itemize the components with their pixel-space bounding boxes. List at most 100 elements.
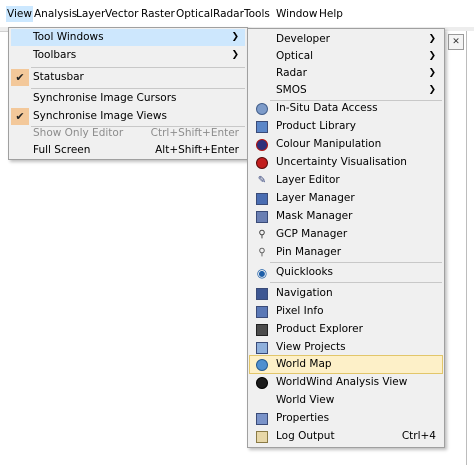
close-icon[interactable]: ✕ <box>448 34 464 50</box>
radar-item[interactable]: Radar ❯ <box>250 65 442 82</box>
pin-manager-item[interactable]: ⚲ Pin Manager <box>250 244 442 261</box>
layer-manager-item[interactable]: Layer Manager <box>250 190 442 207</box>
menu-bar: View Analysis Layer Vector Raster Optica… <box>0 0 474 28</box>
pixel-info-item[interactable]: Pixel Info <box>250 303 442 320</box>
log-output-label: Log Output <box>276 430 335 442</box>
insitu-item[interactable]: In-Situ Data Access <box>250 100 442 117</box>
toolbars-item[interactable]: Toolbars ❯ <box>11 47 245 64</box>
view-menu: Tool Windows ❯ Toolbars ❯ ✔ Statusbar Sy… <box>8 27 248 160</box>
worldwind-analysis-item[interactable]: WorldWind Analysis View <box>250 374 442 391</box>
pin-manager-label: Pin Manager <box>276 246 342 258</box>
tool-windows-item[interactable]: Tool Windows ❯ <box>11 29 245 46</box>
navigation-icon <box>256 288 268 300</box>
toolbars-label: Toolbars <box>33 49 77 61</box>
pin-icon: ⚲ <box>258 247 266 258</box>
check-icon: ✔ <box>11 108 29 125</box>
sync-cursors-item[interactable]: Synchronise Image Cursors <box>11 90 245 107</box>
optical-item[interactable]: Optical ❯ <box>250 48 442 65</box>
submenu-arrow-icon: ❯ <box>428 34 436 44</box>
insitu-label: In-Situ Data Access <box>276 102 378 114</box>
world-view-label: World View <box>276 394 335 406</box>
log-output-shortcut: Ctrl+4 <box>401 430 436 442</box>
menu-layer[interactable]: Layer <box>75 6 106 22</box>
layer-manager-label: Layer Manager <box>276 192 355 204</box>
worldwind-globe-icon <box>256 377 268 389</box>
menu-analysis[interactable]: Analysis <box>33 6 78 22</box>
colour-manipulation-item[interactable]: Colour Manipulation <box>250 136 442 153</box>
properties-label: Properties <box>276 412 330 424</box>
gcp-manager-item[interactable]: ⚲ GCP Manager <box>250 226 442 243</box>
sync-views-item[interactable]: ✔ Synchronise Image Views <box>11 108 245 125</box>
submenu-arrow-icon: ❯ <box>428 85 436 95</box>
tool-windows-label: Tool Windows <box>33 31 104 43</box>
sync-cursors-label: Synchronise Image Cursors <box>33 92 177 104</box>
menu-separator <box>31 67 245 68</box>
properties-icon <box>256 413 268 425</box>
mask-icon <box>256 211 268 223</box>
developer-item[interactable]: Developer ❯ <box>250 31 442 48</box>
world-map-item[interactable]: World Map <box>249 355 443 374</box>
menu-separator <box>270 282 442 283</box>
smos-item[interactable]: SMOS ❯ <box>250 82 442 99</box>
menu-optical[interactable]: Optical <box>175 6 214 22</box>
show-only-editor-item[interactable]: Show Only Editor Ctrl+Shift+Enter <box>11 125 245 142</box>
menu-radar[interactable]: Radar <box>212 6 245 22</box>
colour-manipulation-label: Colour Manipulation <box>276 138 382 150</box>
check-icon: ✔ <box>11 69 29 86</box>
properties-item[interactable]: Properties <box>250 410 442 427</box>
uncertainty-icon <box>256 157 268 169</box>
menu-view[interactable]: View <box>6 6 33 22</box>
mask-manager-label: Mask Manager <box>276 210 353 222</box>
submenu-arrow-icon: ❯ <box>428 68 436 78</box>
world-view-item[interactable]: World View <box>250 392 442 409</box>
projects-icon <box>256 342 268 354</box>
layer-editor-label: Layer Editor <box>276 174 340 186</box>
pixel-info-icon <box>256 306 268 318</box>
menu-help[interactable]: Help <box>318 6 344 22</box>
uncertainty-item[interactable]: Uncertainty Visualisation <box>250 154 442 171</box>
radar-label: Radar <box>276 67 307 79</box>
globe-icon <box>256 359 268 371</box>
library-icon <box>256 121 268 133</box>
eye-icon: ◉ <box>256 266 268 280</box>
show-only-editor-label: Show Only Editor <box>33 127 124 139</box>
quicklooks-item[interactable]: ◉ Quicklooks <box>250 264 442 281</box>
submenu-arrow-icon: ❯ <box>428 51 436 61</box>
colour-palette-icon <box>256 139 268 151</box>
menu-raster[interactable]: Raster <box>140 6 176 22</box>
log-output-item[interactable]: Log Output Ctrl+4 <box>250 428 442 445</box>
uncertainty-label: Uncertainty Visualisation <box>276 156 407 168</box>
window-divider <box>466 31 467 465</box>
navigation-label: Navigation <box>276 287 333 299</box>
view-projects-label: View Projects <box>276 341 346 353</box>
statusbar-item[interactable]: ✔ Statusbar <box>11 69 245 86</box>
developer-label: Developer <box>276 33 331 45</box>
submenu-arrow-icon: ❯ <box>231 32 239 42</box>
statusbar-label: Statusbar <box>33 71 84 83</box>
submenu-arrow-icon: ❯ <box>231 50 239 60</box>
menu-window[interactable]: Window <box>275 6 318 22</box>
pixel-info-label: Pixel Info <box>276 305 324 317</box>
gcp-pin-icon: ⚲ <box>258 229 266 240</box>
menu-tools[interactable]: Tools <box>243 6 271 22</box>
layer-editor-item[interactable]: ✎ Layer Editor <box>250 172 442 189</box>
mask-manager-item[interactable]: Mask Manager <box>250 208 442 225</box>
show-only-editor-shortcut: Ctrl+Shift+Enter <box>150 127 239 139</box>
quicklooks-label: Quicklooks <box>276 266 334 278</box>
world-map-label: World Map <box>276 358 332 370</box>
view-projects-item[interactable]: View Projects <box>250 339 442 356</box>
full-screen-item[interactable]: Full Screen Alt+Shift+Enter <box>11 142 245 159</box>
tool-windows-submenu: Developer ❯ Optical ❯ Radar ❯ SMOS ❯ In-… <box>247 28 445 448</box>
menu-separator <box>31 88 245 89</box>
product-library-item[interactable]: Product Library <box>250 118 442 135</box>
layers-icon <box>256 193 268 205</box>
menu-vector[interactable]: Vector <box>104 6 139 22</box>
optical-label: Optical <box>276 50 314 62</box>
full-screen-shortcut: Alt+Shift+Enter <box>155 144 239 156</box>
pencil-icon: ✎ <box>257 175 267 186</box>
product-explorer-item[interactable]: Product Explorer <box>250 321 442 338</box>
full-screen-label: Full Screen <box>33 144 91 156</box>
navigation-item[interactable]: Navigation <box>250 285 442 302</box>
workspace-area <box>444 31 474 465</box>
globe-icon <box>256 103 268 115</box>
